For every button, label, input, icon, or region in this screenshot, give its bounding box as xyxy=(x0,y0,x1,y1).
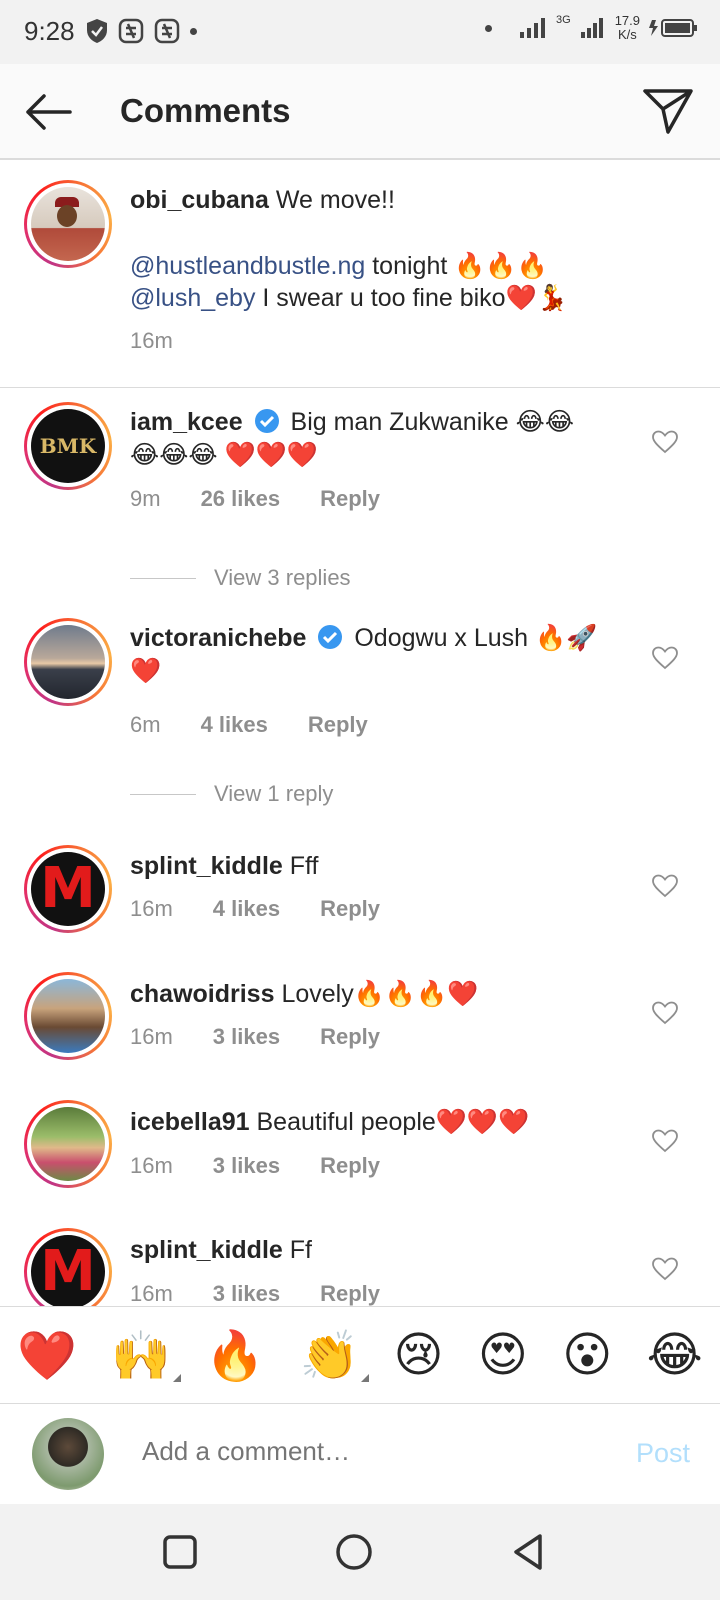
home-icon[interactable] xyxy=(334,1532,374,1572)
recents-icon[interactable] xyxy=(160,1532,200,1572)
system-nav-bar xyxy=(0,1504,720,1600)
emoji-clapping-hands[interactable]: 👏 xyxy=(299,1327,370,1384)
current-user-avatar xyxy=(32,1418,104,1490)
back-icon[interactable] xyxy=(508,1532,548,1572)
avatar[interactable]: M xyxy=(24,1228,112,1306)
comment-input[interactable] xyxy=(142,1436,602,1467)
emoji-heart-eyes[interactable]: 😍 xyxy=(478,1327,528,1383)
add-comment-bar: Post xyxy=(0,1404,720,1504)
comment-likes[interactable]: 3 likes xyxy=(213,1281,280,1306)
comment-item: M splint_kiddle Ff 16m 3 likes Reply xyxy=(0,0,720,1306)
comment-text: Ff xyxy=(289,1236,312,1264)
emoji-raising-hands[interactable]: 🙌 xyxy=(111,1327,182,1384)
heart-icon[interactable] xyxy=(652,1257,678,1281)
emoji-red-heart[interactable]: ❤️ xyxy=(17,1327,77,1384)
skin-tone-indicator xyxy=(173,1373,182,1382)
comment-username[interactable]: splint_kiddle xyxy=(130,1236,283,1264)
emoji-crying-face[interactable]: 😢 xyxy=(394,1327,444,1383)
skin-tone-indicator xyxy=(361,1373,370,1382)
emoji-surprised-face[interactable]: 😮 xyxy=(562,1327,612,1383)
emoji-fire[interactable]: 🔥 xyxy=(205,1327,265,1384)
comment-time: 16m xyxy=(130,1281,173,1306)
emoji-tears-of-joy[interactable]: 😂 xyxy=(647,1327,703,1383)
post-button[interactable]: Post xyxy=(636,1438,690,1469)
reply-button[interactable]: Reply xyxy=(320,1281,380,1306)
quick-emoji-bar: ❤️ 🙌 🔥 👏 😢 😍 😮 😂 xyxy=(0,1306,720,1404)
